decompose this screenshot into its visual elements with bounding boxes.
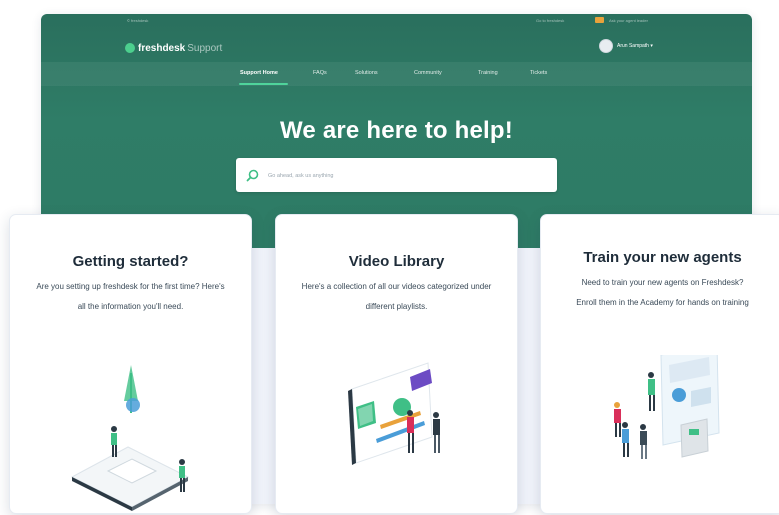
video-library-illustration [348,362,440,465]
card-train-agents[interactable]: Train your new agents Need to train your… [540,214,779,514]
freshdesk-logo[interactable]: freshdesk Support [125,41,222,55]
search-icon [246,169,259,182]
card-description: Need to train your new agents on Freshde… [576,278,749,307]
logo-primary-text: freshdesk [138,42,186,54]
user-name: Arun Sampath ▾ [617,43,653,49]
nav-item-faqs[interactable]: FAQs [313,70,327,76]
flag-icon [595,17,604,23]
user-menu[interactable]: Arun Sampath ▾ [599,39,653,53]
nav-item-support-home[interactable]: Support Home [240,70,278,76]
main-nav: Support Home FAQs Solutions Community Tr… [41,70,752,86]
card-title: Getting started? [72,253,189,270]
logo-badge-icon [125,43,135,53]
card-title: Video Library [348,253,445,270]
card-getting-started[interactable]: Getting started? Are you setting up fres… [9,214,252,514]
hero-headline: We are here to help! [280,117,513,144]
card-title: Train your new agents [583,249,742,266]
nav-item-tickets[interactable]: Tickets [530,70,547,76]
nav-item-training[interactable]: Training [478,70,498,76]
logo-secondary-text: Support [187,42,223,54]
go-to-freshdesk-link[interactable]: Go to freshdesk [536,18,564,23]
train-agents-illustration [614,355,720,459]
copyright-text: © freshdesk [127,18,149,23]
ask-agent-link[interactable]: Ask your agent leader [609,18,648,23]
getting-started-illustration [70,365,190,511]
card-video-library[interactable]: Video Library Here's a collection of all… [275,214,518,514]
hero-section: © freshdesk Go to freshdesk Ask your age… [41,14,752,248]
search-box[interactable] [236,158,557,192]
card-description: Are you setting up freshdesk for the fir… [36,282,225,311]
nav-active-indicator [239,83,288,85]
top-strip: © freshdesk Go to freshdesk Ask your age… [41,14,752,28]
nav-item-solutions[interactable]: Solutions [355,70,378,76]
nav-item-community[interactable]: Community [414,70,442,76]
avatar-icon [599,39,613,53]
search-input[interactable] [266,167,550,185]
card-description: Here's a collection of all our videos ca… [301,282,492,311]
